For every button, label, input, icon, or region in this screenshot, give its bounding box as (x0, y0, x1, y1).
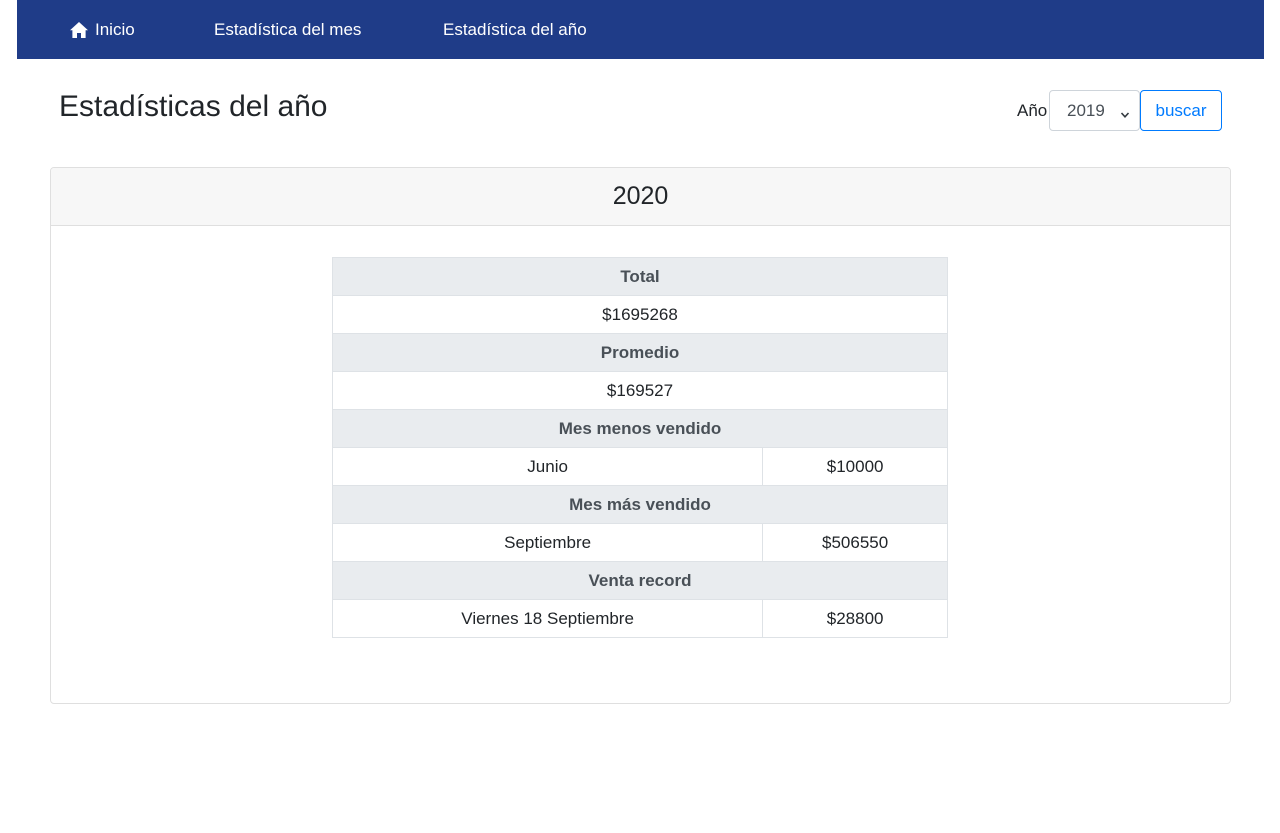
least-sold-label: Mes menos vendido (332, 409, 948, 448)
table-row: Mes más vendido (332, 485, 948, 524)
table-row: Viernes 18 Septiembre $28800 (331, 599, 948, 638)
page-title: Estadísticas del año (59, 90, 328, 123)
nav-item-label: Estadística del año (443, 19, 587, 39)
chevron-down-icon (1120, 105, 1130, 118)
table-row: $1695268 (332, 295, 948, 334)
year-select[interactable]: 2019 (1049, 90, 1140, 131)
year-stats-card: 2020 Total $1695268 Promedio $169527 Mes… (50, 167, 1231, 704)
most-sold-amount: $506550 (762, 523, 948, 562)
least-sold-month: Junio (331, 447, 764, 486)
most-sold-month: Septiembre (331, 523, 764, 562)
table-row: Septiembre $506550 (331, 523, 948, 562)
search-button[interactable]: buscar (1140, 90, 1222, 131)
table-row: $169527 (332, 371, 948, 410)
card-header-year: 2020 (51, 168, 1230, 226)
table-row: Mes menos vendido (332, 409, 948, 448)
average-label: Promedio (332, 333, 948, 372)
average-value: $169527 (332, 371, 948, 410)
home-icon (69, 21, 89, 39)
least-sold-amount: $10000 (762, 447, 948, 486)
nav-item-label: Inicio (95, 19, 135, 39)
year-label: Año (1017, 101, 1048, 120)
table-row: Junio $10000 (331, 447, 948, 486)
stats-table: Total $1695268 Promedio $169527 Mes meno… (331, 257, 948, 638)
nav-item-label: Estadística del mes (214, 19, 362, 39)
most-sold-label: Mes más vendido (332, 485, 948, 524)
year-select-value: 2019 (1067, 100, 1105, 120)
nav-item-estadistica-anio[interactable]: Estadística del año (443, 0, 587, 59)
top-navbar: Inicio Estadística del mes Estadística d… (17, 0, 1264, 59)
record-label: Venta record (332, 561, 948, 600)
record-date: Viernes 18 Septiembre (331, 599, 764, 638)
total-value: $1695268 (332, 295, 948, 334)
nav-item-inicio[interactable]: Inicio (69, 0, 135, 59)
total-label: Total (332, 257, 948, 296)
record-amount: $28800 (762, 599, 948, 638)
table-row: Total (332, 257, 948, 296)
table-row: Promedio (332, 333, 948, 372)
nav-item-estadistica-mes[interactable]: Estadística del mes (214, 0, 361, 59)
table-row: Venta record (332, 561, 948, 600)
